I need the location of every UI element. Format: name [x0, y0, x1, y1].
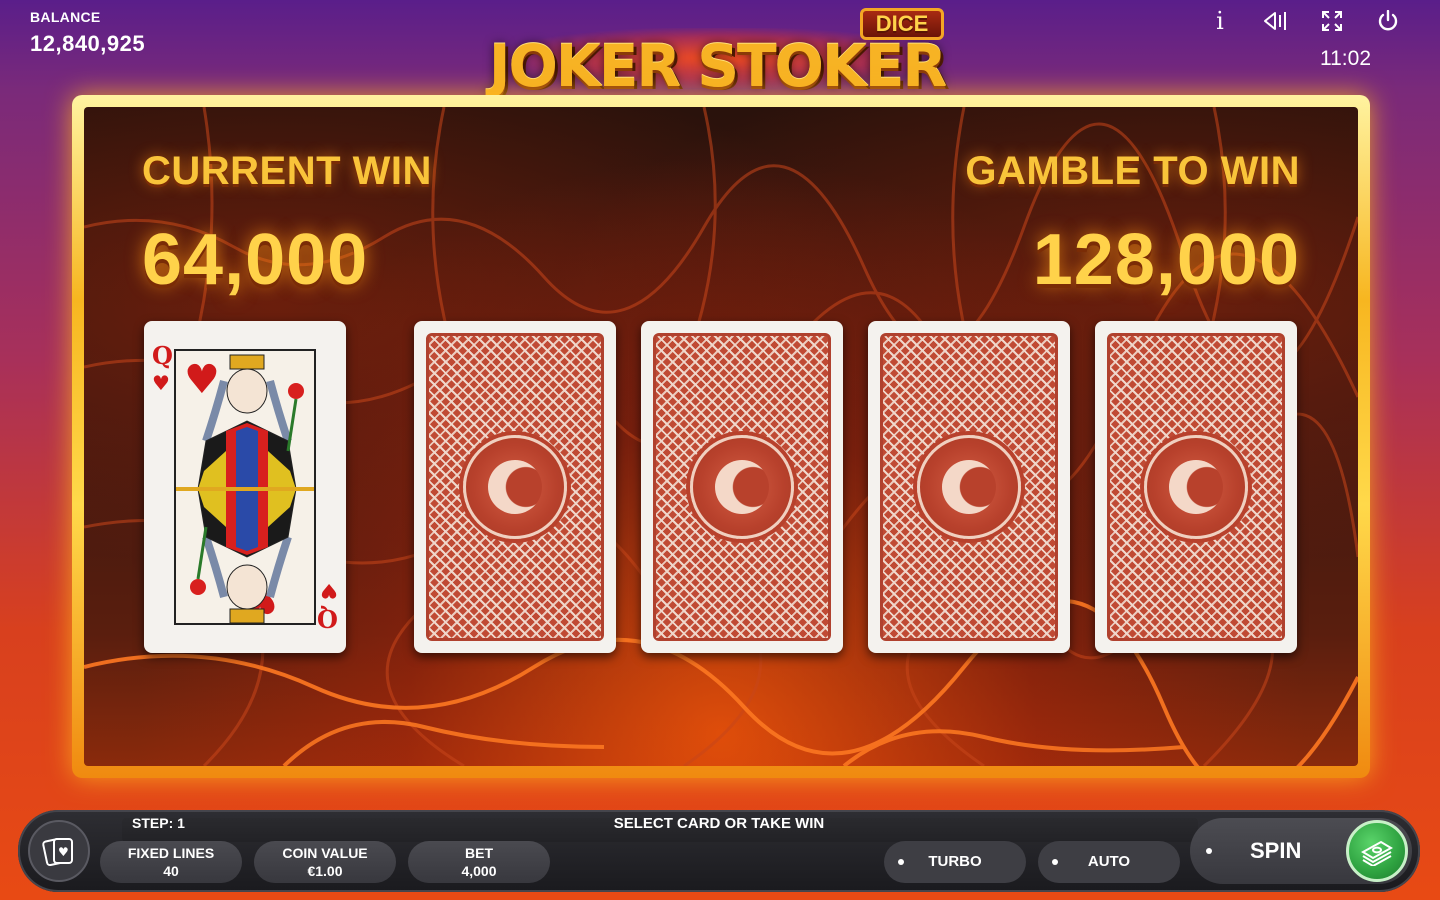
- auto-label: AUTO: [1087, 853, 1131, 870]
- card-back-emblem: [463, 435, 567, 539]
- gamble-to-win-value: 128,000: [1032, 220, 1300, 300]
- face-down-card-3[interactable]: [868, 321, 1070, 653]
- balance-display: BALANCE 12,840,925: [30, 9, 145, 57]
- gamble-stage: CURRENT WIN 64,000 GAMBLE TO WIN 128,000…: [72, 95, 1370, 778]
- gamble-board: CURRENT WIN 64,000 GAMBLE TO WIN 128,000…: [84, 107, 1358, 766]
- fixed-lines-display: FIXED LINES 40: [100, 841, 242, 883]
- coin-value-label: COIN VALUE: [282, 845, 368, 861]
- control-bar: STEP: 1 SELECT CARD OR TAKE WIN ♥ FIXED …: [18, 810, 1420, 892]
- coin-value-value: €1.00: [307, 863, 343, 879]
- face-down-card-1[interactable]: [414, 321, 616, 653]
- logo-badge: DICE: [860, 8, 944, 40]
- card-back-pattern: [880, 333, 1058, 641]
- heart-suit-icon: ♥: [320, 579, 338, 603]
- power-icon[interactable]: [1360, 6, 1416, 36]
- auto-toggle[interactable]: AUTO: [1038, 841, 1180, 883]
- card-back-pattern: [1107, 333, 1285, 641]
- gamble-to-win-label: GAMBLE TO WIN: [965, 149, 1300, 193]
- fixed-lines-label: FIXED LINES: [127, 845, 215, 861]
- turbo-indicator: [898, 859, 904, 865]
- face-down-card-2[interactable]: [641, 321, 843, 653]
- coin-value-selector[interactable]: COIN VALUE €1.00: [254, 841, 396, 883]
- spin-button[interactable]: SPIN: [1190, 818, 1412, 884]
- bet-label: BET: [465, 845, 493, 861]
- svg-text:♥: ♥: [58, 845, 69, 859]
- face-down-card-4[interactable]: [1095, 321, 1297, 653]
- spin-indicator: [1206, 848, 1212, 854]
- money-stack-icon: [1361, 840, 1393, 866]
- card-back-emblem: [1144, 435, 1248, 539]
- heart-suit-icon: ♥: [152, 371, 170, 395]
- current-win-value: 64,000: [142, 220, 369, 300]
- card-back-pattern: [653, 333, 831, 641]
- spin-label: SPIN: [1250, 838, 1302, 863]
- card-back-emblem: [917, 435, 1021, 539]
- svg-text:♥: ♥: [184, 357, 220, 403]
- sound-icon[interactable]: [1248, 6, 1304, 36]
- bet-selector[interactable]: BET 4,000: [408, 841, 550, 883]
- dealer-card-queen-of-hearts: Q ♥ Q ♥ ♥ ♥: [144, 321, 346, 653]
- current-win-label: CURRENT WIN: [142, 149, 432, 193]
- card-rank-bottom: Q: [317, 604, 338, 633]
- top-icon-bar: i: [1192, 6, 1416, 36]
- gamble-cards-button[interactable]: ♥: [28, 820, 90, 882]
- balance-label: BALANCE: [30, 9, 101, 25]
- turbo-label: TURBO: [928, 853, 982, 870]
- logo-title: JOKER STOKER: [488, 32, 947, 100]
- card-back-emblem: [690, 435, 794, 539]
- turbo-toggle[interactable]: TURBO: [884, 841, 1026, 883]
- collect-money-button[interactable]: [1346, 820, 1408, 882]
- auto-indicator: [1052, 859, 1058, 865]
- fixed-lines-value: 40: [163, 863, 179, 879]
- card-back-pattern: [426, 333, 604, 641]
- bet-value: 4,000: [461, 863, 497, 879]
- info-icon[interactable]: i: [1192, 6, 1248, 36]
- queen-illustration: ♥ ♥: [174, 349, 316, 625]
- card-rank-top: Q: [152, 341, 173, 370]
- balance-value: 12,840,925: [30, 31, 146, 56]
- game-logo: JOKER STOKER DICE: [474, 8, 960, 100]
- clock: 11:02: [1320, 47, 1371, 70]
- fullscreen-icon[interactable]: [1304, 6, 1360, 36]
- cards-icon: ♥: [42, 837, 73, 867]
